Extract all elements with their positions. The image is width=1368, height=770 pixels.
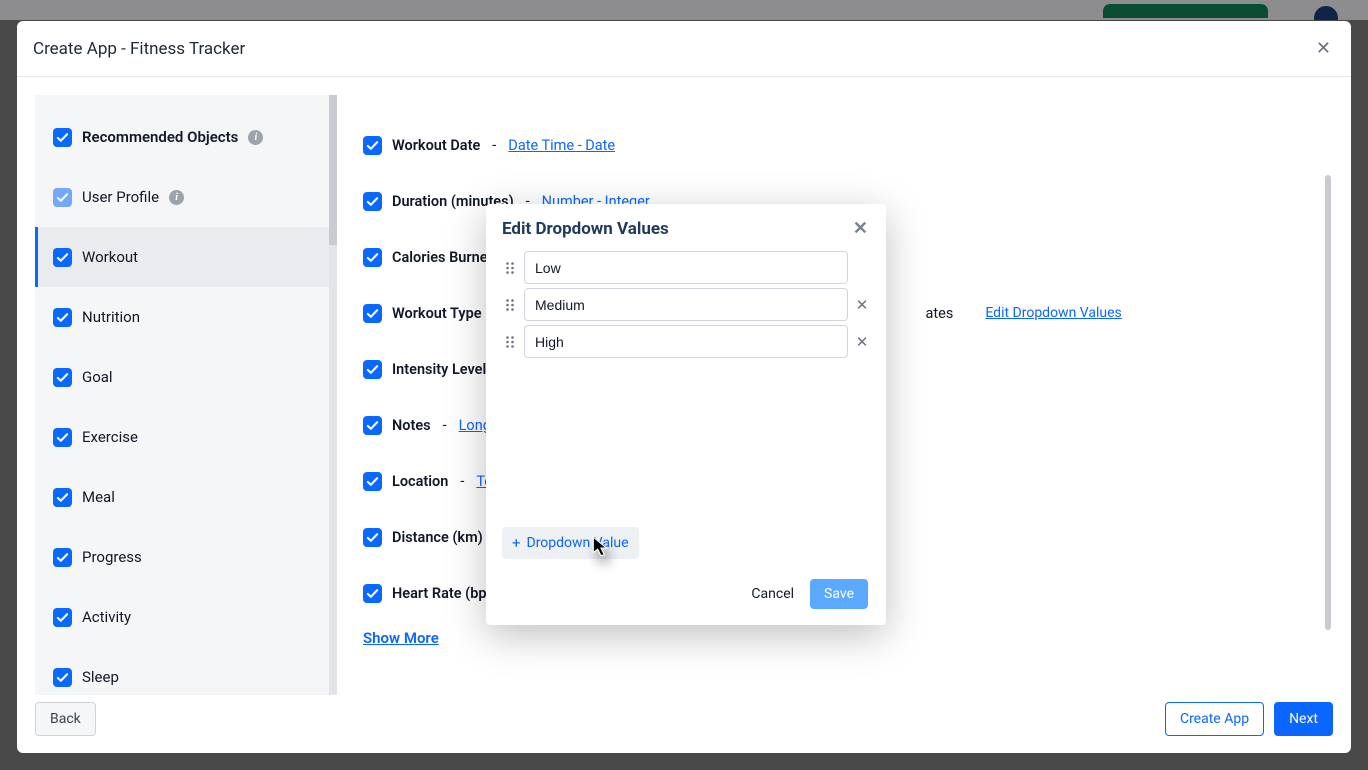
sidebar-item-label: Sleep (82, 668, 119, 686)
dropdown-value-input[interactable] (524, 288, 848, 321)
popup-title: Edit Dropdown Values (502, 219, 669, 239)
sidebar-item-label: Goal (82, 368, 113, 386)
popup-close-icon[interactable]: ✕ (853, 218, 868, 239)
field-checkbox[interactable] (363, 584, 382, 603)
truncated-text: ates (926, 305, 954, 322)
checkbox-icon[interactable] (53, 368, 72, 387)
checkbox-icon[interactable] (53, 188, 72, 207)
remove-value-icon[interactable]: ✕ (854, 296, 870, 314)
field-name-label: Location (392, 473, 448, 490)
main-scrollbar-track[interactable] (1323, 95, 1333, 695)
field-name-label: Intensity Level (392, 361, 486, 378)
popup-header: Edit Dropdown Values ✕ (486, 204, 886, 245)
sidebar-item-label: Progress (82, 548, 142, 566)
popup-footer: Cancel Save (486, 559, 886, 625)
dropdown-value-input[interactable] (524, 325, 848, 358)
popup-spacer (486, 358, 886, 527)
sidebar-item-exercise[interactable]: Exercise (35, 407, 337, 467)
field-row: Workout Date - Date Time - Date (363, 117, 1307, 173)
separator: - (443, 417, 447, 434)
sidebar-scrollbar-thumb[interactable] (329, 95, 337, 245)
field-name-label: Notes (392, 417, 431, 434)
separator: - (460, 473, 464, 490)
dropdown-value-input[interactable] (524, 251, 848, 284)
sidebar-scrollbar-track[interactable] (329, 95, 337, 695)
field-name-label: Workout Type (392, 305, 482, 322)
info-icon[interactable]: i (169, 190, 184, 205)
field-checkbox[interactable] (363, 248, 382, 267)
field-checkbox[interactable] (363, 360, 382, 379)
dropdown-value-row: ✕ (502, 288, 870, 321)
sidebar-item-meal[interactable]: Meal (35, 467, 337, 527)
sidebar-item-label: User Profile (82, 188, 159, 206)
checkbox-icon[interactable] (53, 128, 72, 147)
sidebar-item-user-profile[interactable]: User Profile i (35, 167, 337, 227)
field-checkbox[interactable] (363, 528, 382, 547)
sidebar-item-nutrition[interactable]: Nutrition (35, 287, 337, 347)
cancel-button[interactable]: Cancel (751, 586, 794, 602)
remove-value-icon[interactable]: ✕ (854, 333, 870, 351)
sidebar-item-label: Recommended Objects (82, 128, 238, 146)
field-checkbox[interactable] (363, 416, 382, 435)
sidebar-item-goal[interactable]: Goal (35, 347, 337, 407)
sidebar-item-recommended-objects[interactable]: Recommended Objects i (35, 107, 337, 167)
sidebar-list: Recommended Objects i User Profile i Workout… (35, 95, 337, 707)
sidebar-item-progress[interactable]: Progress (35, 527, 337, 587)
create-app-button[interactable]: Create App (1165, 702, 1264, 736)
sidebar-item-label: Workout (82, 248, 138, 266)
modal-header: Create App - Fitness Tracker ✕ (17, 21, 1351, 77)
sidebar-item-label: Exercise (82, 428, 138, 446)
drag-handle-icon[interactable] (502, 298, 518, 312)
checkbox-icon[interactable] (53, 428, 72, 447)
field-name-label: Workout Date (392, 137, 480, 154)
footer-right-actions: Create App Next (1165, 702, 1333, 736)
next-button[interactable]: Next (1274, 702, 1333, 736)
sidebar-item-label: Nutrition (82, 308, 140, 326)
modal-title: Create App - Fitness Tracker (33, 39, 245, 59)
objects-sidebar: Recommended Objects i User Profile i Workout… (35, 95, 337, 695)
field-name-label: Distance (km) (392, 529, 483, 546)
sidebar-item-workout[interactable]: Workout (35, 227, 337, 287)
drag-handle-icon[interactable] (502, 261, 518, 275)
field-checkbox[interactable] (363, 472, 382, 491)
field-checkbox[interactable] (363, 136, 382, 155)
add-dropdown-value-button[interactable]: + Dropdown Value (502, 527, 639, 559)
plus-icon: + (512, 536, 521, 551)
sidebar-item-activity[interactable]: Activity (35, 587, 337, 647)
save-button[interactable]: Save (810, 579, 868, 609)
main-scrollbar-thumb[interactable] (1325, 175, 1331, 630)
field-name-label: Calories Burned (392, 249, 496, 266)
dropdown-value-row: ✕ (502, 325, 870, 358)
field-name-label: Heart Rate (bpm (392, 585, 499, 602)
add-dropdown-value-label: Dropdown Value (527, 535, 629, 551)
field-checkbox[interactable] (363, 192, 382, 211)
show-more-link[interactable]: Show More (363, 629, 1307, 647)
modal-footer: Back Create App Next (35, 697, 1333, 741)
edit-dropdown-popup: Edit Dropdown Values ✕ ✕ ✕ ✕ + Dropdown Va… (486, 204, 886, 625)
drag-handle-icon[interactable] (502, 335, 518, 349)
checkbox-icon[interactable] (53, 488, 72, 507)
dropdown-values-list: ✕ ✕ ✕ (486, 245, 886, 358)
back-button[interactable]: Back (35, 702, 96, 736)
checkbox-icon[interactable] (53, 608, 72, 627)
checkbox-icon[interactable] (53, 248, 72, 267)
edit-dropdown-values-link[interactable]: Edit Dropdown Values (985, 305, 1121, 321)
close-icon[interactable]: ✕ (1316, 38, 1331, 59)
field-type-link[interactable]: Date Time - Date (508, 137, 615, 154)
dropdown-value-row: ✕ (502, 251, 870, 284)
sidebar-item-label: Activity (82, 608, 131, 626)
separator: - (492, 137, 496, 154)
checkbox-icon[interactable] (53, 548, 72, 567)
checkbox-icon[interactable] (53, 668, 72, 687)
field-checkbox[interactable] (363, 304, 382, 323)
checkbox-icon[interactable] (53, 308, 72, 327)
sidebar-item-label: Meal (82, 488, 115, 506)
info-icon[interactable]: i (248, 130, 263, 145)
